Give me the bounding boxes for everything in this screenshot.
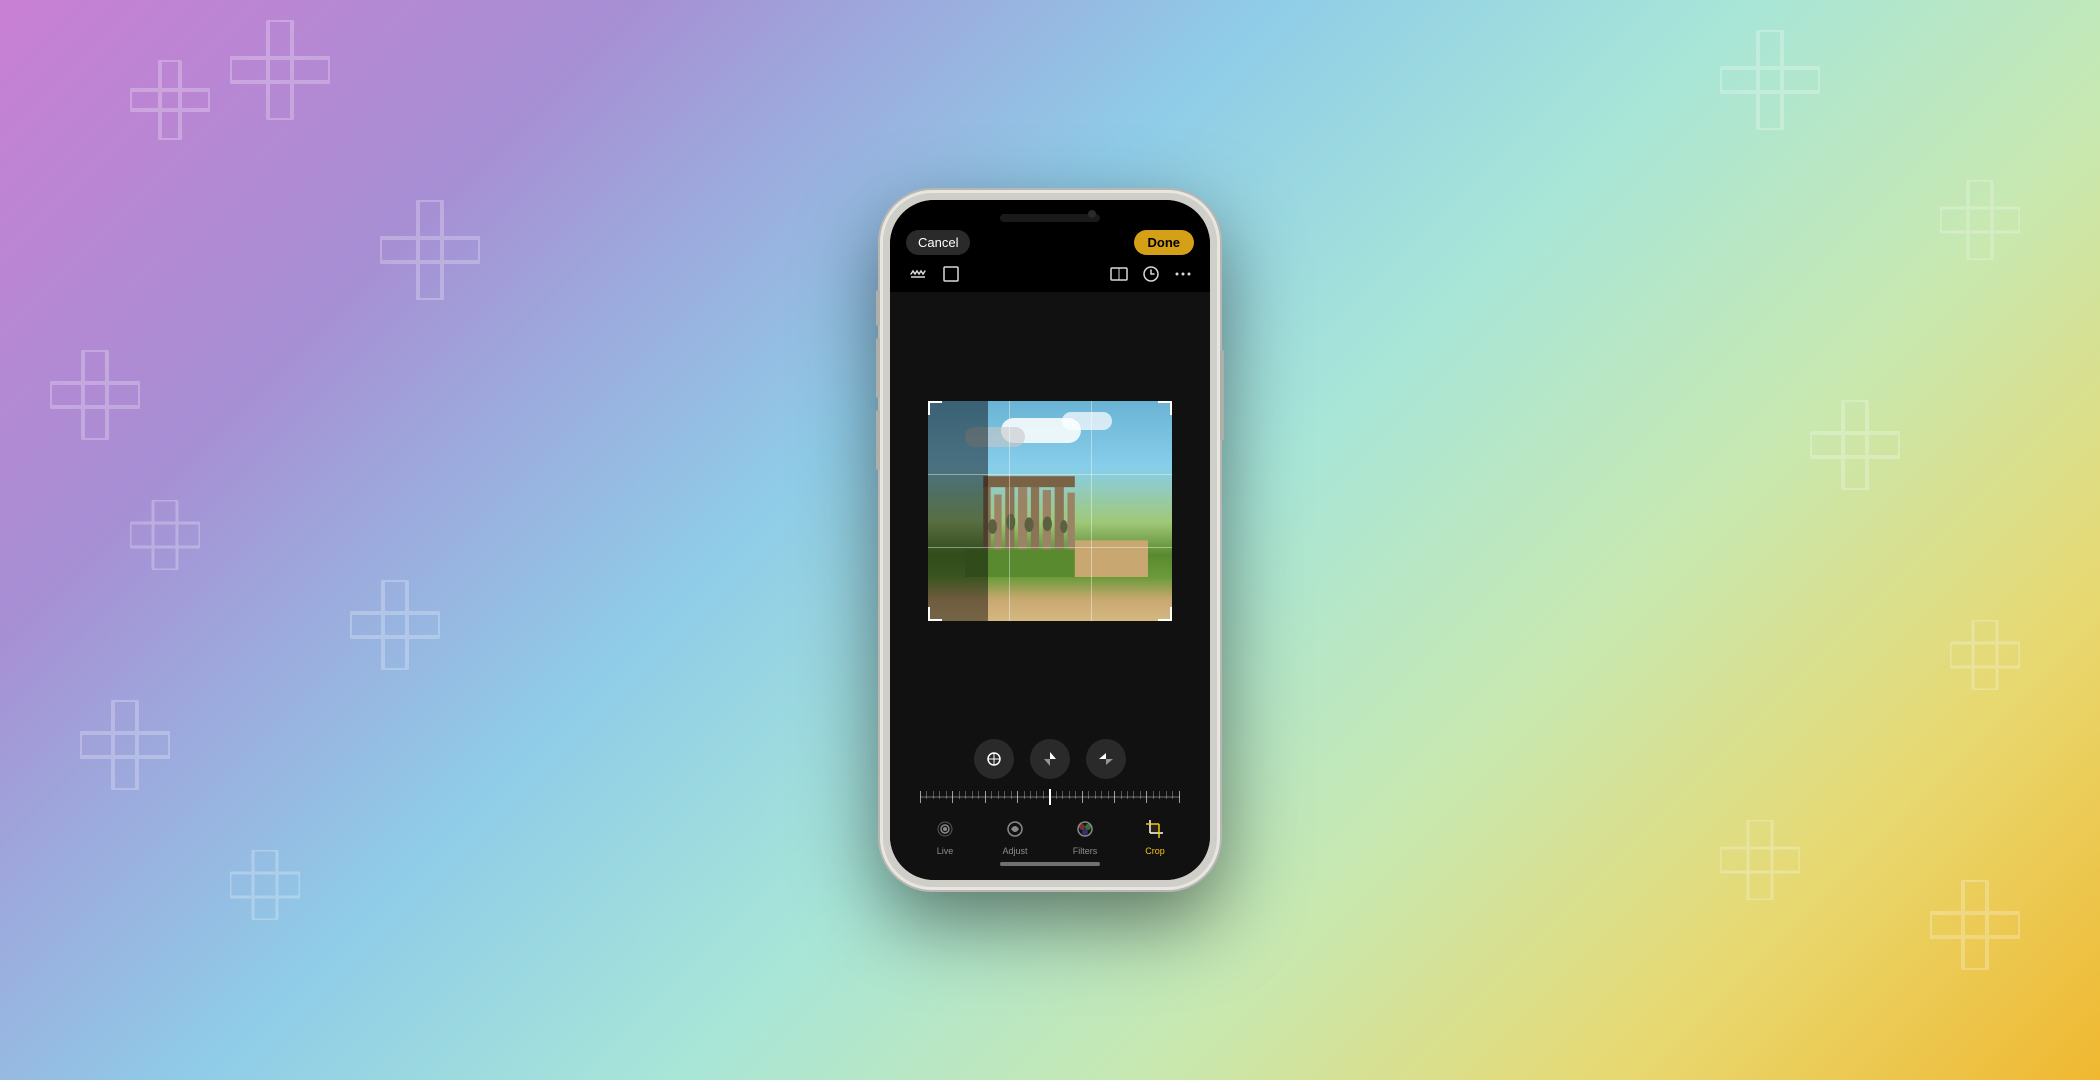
bg-cross-icon: [80, 700, 170, 790]
tab-crop-label: Crop: [1145, 846, 1165, 856]
phone-camera-dot: [1088, 210, 1096, 218]
done-button[interactable]: Done: [1134, 230, 1195, 255]
home-indicator: [1000, 862, 1100, 866]
toolbar-icons-row: [890, 256, 1210, 292]
crop-free-icon[interactable]: [942, 265, 960, 283]
tab-adjust-label: Adjust: [1002, 846, 1027, 856]
photo-display: [928, 401, 1172, 621]
image-area: [890, 292, 1210, 729]
crop-icon: [1145, 819, 1165, 844]
tab-filters-label: Filters: [1073, 846, 1098, 856]
circle-arrow-icon[interactable]: [1142, 265, 1160, 283]
tab-crop[interactable]: Crop: [1130, 819, 1180, 856]
aqueduct-illustration: [965, 467, 1148, 577]
dark-overlay: [928, 401, 988, 621]
flip-vertical-button[interactable]: [1030, 739, 1070, 779]
flip-horizontal-button[interactable]: [1086, 739, 1126, 779]
bg-cross-icon: [1810, 400, 1900, 490]
phone-screen: Cancel Done: [890, 200, 1210, 880]
phone-silent-button: [876, 290, 880, 326]
adjust-icon: [1005, 819, 1025, 844]
straighten-icon[interactable]: [908, 264, 928, 284]
aspect-ratio-icon[interactable]: [1110, 265, 1128, 283]
filters-icon: [1075, 819, 1095, 844]
bg-cross-icon: [50, 350, 140, 440]
rotation-buttons: [974, 729, 1126, 787]
live-photo-icon: [935, 819, 955, 844]
tab-live[interactable]: Live: [920, 819, 970, 856]
cancel-button[interactable]: Cancel: [906, 230, 970, 255]
toolbar-left-icons: [908, 264, 960, 284]
top-bar: Cancel Done: [890, 200, 1210, 256]
tab-filters[interactable]: Filters: [1060, 819, 1110, 856]
bg-cross-icon: [1720, 30, 1820, 130]
bg-cross-icon: [350, 580, 440, 670]
slider-center-indicator: [1049, 789, 1051, 805]
tab-adjust[interactable]: Adjust: [990, 819, 1040, 856]
bg-cross-icon: [380, 200, 480, 300]
bg-cross-icon: [130, 60, 210, 140]
phone-device: Cancel Done: [880, 190, 1220, 890]
more-options-icon[interactable]: [1174, 265, 1192, 283]
perspective-correction-button[interactable]: [974, 739, 1014, 779]
phone-volume-up-button: [876, 338, 880, 398]
background: Cancel Done: [0, 0, 2100, 1080]
bg-cross-icon: [230, 850, 300, 920]
bg-cross-icon: [1940, 180, 2020, 260]
phone-volume-down-button: [876, 410, 880, 470]
bg-cross-icon: [1950, 620, 2020, 690]
cloud-element: [1062, 412, 1112, 430]
tab-live-label: Live: [937, 846, 954, 856]
crop-container[interactable]: [928, 401, 1172, 621]
phone-power-button: [1220, 350, 1224, 440]
bg-cross-icon: [130, 500, 200, 570]
bottom-tabs: Live Adjust: [890, 813, 1210, 856]
toolbar-right-icons: [1110, 265, 1192, 283]
bg-cross-icon: [1930, 880, 2020, 970]
bg-cross-icon: [1720, 820, 1800, 900]
bg-cross-icon: [230, 20, 330, 120]
rotation-slider[interactable]: [920, 787, 1180, 807]
bottom-controls: Live Adjust: [890, 729, 1210, 880]
phone-notch: [1000, 214, 1100, 222]
